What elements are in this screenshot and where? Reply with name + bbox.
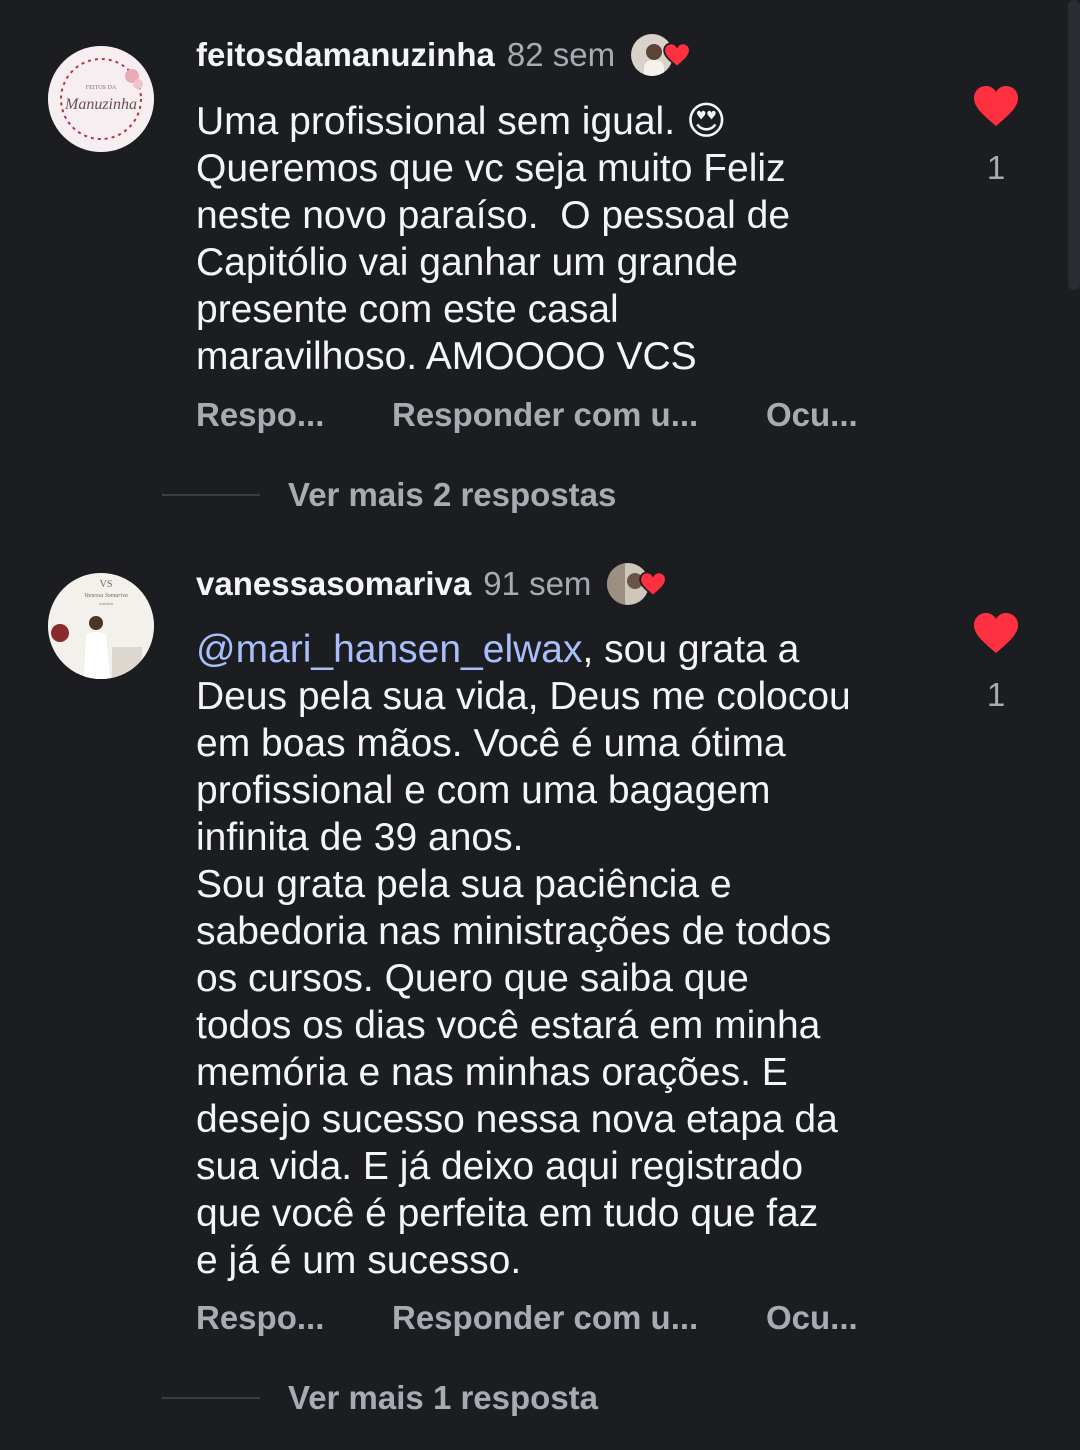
- small-heart-icon: [639, 571, 668, 597]
- view-more-replies-label: Ver mais 1 resposta: [288, 1379, 599, 1416]
- timestamp: 82 sem: [506, 36, 616, 73]
- divider: [162, 494, 260, 496]
- avatar-text-top: FEITOS DA: [86, 85, 117, 91]
- comment-text: Uma profissional sem igual. 😍 Queremos q…: [196, 100, 791, 378]
- avatar-image: VS Vanessa Somariva estetica: [48, 573, 154, 679]
- like-count[interactable]: 1: [966, 149, 1026, 187]
- view-more-replies-label: Ver mais 2 respostas: [288, 476, 617, 513]
- liked-by-author-badge: [605, 561, 669, 607]
- reply-with-button[interactable]: Responder com u...: [392, 396, 766, 434]
- comment-actions: Respo... Responder com u... Ocu...: [196, 396, 858, 434]
- avatar-image: FEITOS DA Manuzinha: [48, 46, 154, 152]
- avatar-text-top: VS: [100, 579, 113, 590]
- divider: [162, 1397, 260, 1399]
- comment-text: @mari_hansen_elwax, sou grata a Deus pel…: [196, 626, 936, 1284]
- like-control: 1: [966, 84, 1026, 187]
- scrollbar[interactable]: [1068, 0, 1080, 290]
- comment-actions: Respo... Responder com u... Ocu...: [196, 1299, 858, 1337]
- hide-button[interactable]: Ocu...: [766, 396, 858, 434]
- mention-link[interactable]: @mari_hansen_elwax: [196, 628, 582, 671]
- hide-button[interactable]: Ocu...: [766, 1299, 858, 1337]
- avatar-text-main: Vanessa Somariva: [84, 593, 128, 599]
- small-heart-icon: [663, 42, 691, 68]
- reply-with-button[interactable]: Responder com u...: [392, 1299, 766, 1337]
- comment-header: vanessasomariva 91 sem: [196, 561, 669, 607]
- reply-button[interactable]: Respo...: [196, 1299, 392, 1337]
- username[interactable]: vanessasomariva: [196, 565, 471, 603]
- liked-by-author-badge: [629, 32, 693, 78]
- avatar-text-main: Manuzinha: [64, 96, 137, 113]
- heart-icon[interactable]: [972, 84, 1020, 128]
- like-control: 1: [966, 611, 1026, 714]
- comment-text-body: , sou grata a Deus pela sua vida, Deus m…: [196, 628, 851, 1282]
- reply-button[interactable]: Respo...: [196, 396, 392, 434]
- avatar[interactable]: VS Vanessa Somariva estetica: [48, 573, 154, 679]
- view-more-replies[interactable]: Ver mais 2 respostas: [162, 476, 616, 514]
- comment-header: feitosdamanuzinha 82 sem: [196, 32, 693, 78]
- heart-icon[interactable]: [972, 611, 1020, 655]
- timestamp: 91 sem: [483, 565, 592, 602]
- view-more-replies[interactable]: Ver mais 1 resposta: [162, 1379, 598, 1417]
- username[interactable]: feitosdamanuzinha: [196, 36, 495, 74]
- avatar-text-sub: estetica: [99, 601, 114, 606]
- like-count[interactable]: 1: [966, 676, 1026, 714]
- avatar[interactable]: FEITOS DA Manuzinha: [48, 46, 154, 152]
